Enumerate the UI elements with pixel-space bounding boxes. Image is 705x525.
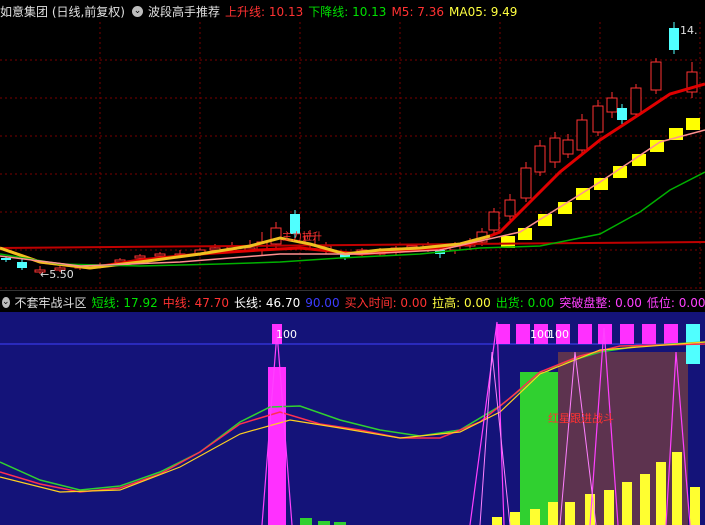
signal-box bbox=[686, 118, 700, 130]
magenta-box bbox=[516, 324, 530, 344]
candle-body bbox=[630, 87, 642, 115]
oscillator-chart[interactable]: 100 100100红星跟进战斗 bbox=[0, 312, 705, 525]
yellow-bar bbox=[622, 482, 632, 525]
green-bar bbox=[318, 521, 330, 525]
candle-body bbox=[669, 28, 679, 50]
main-indicator-0: 上升线: 10.13 bbox=[225, 4, 304, 19]
high-price-label: 14. bbox=[680, 24, 698, 37]
lower-panel-header: ⌄ 不套牢战斗区 短线: 17.92 中线: 47.70 长线: 46.70 90.0… bbox=[0, 290, 705, 313]
yellow-bar bbox=[530, 509, 540, 525]
candle-body bbox=[1, 258, 11, 260]
main-panel-title: 如意集团 (日线,前复权) bbox=[0, 4, 125, 19]
lower-indicator-1: 中线: 47.70 bbox=[162, 295, 229, 310]
candle-body bbox=[154, 253, 166, 257]
main-panel-header: 如意集团 (日线,前复权) ⌄ 波段高手推荐 上升线: 10.13 下降线: 10… bbox=[0, 0, 705, 22]
low-price-label: ←5.50 bbox=[40, 268, 74, 281]
candle-body bbox=[270, 227, 282, 245]
candle-body bbox=[576, 119, 588, 151]
magenta-box bbox=[620, 324, 634, 344]
annotation-label: 红星跟进战斗 bbox=[548, 412, 614, 425]
yellow-bar bbox=[672, 452, 682, 525]
candlestick-chart[interactable]: 14. ←5.50 主力拉升 bbox=[0, 22, 705, 290]
candle-body bbox=[134, 255, 146, 259]
candle-body bbox=[650, 61, 662, 91]
candle-body bbox=[549, 137, 561, 163]
main-indicator-1: 下降线: 10.13 bbox=[308, 4, 387, 19]
lower-indicator-5: 拉高: 0.00 bbox=[432, 295, 491, 310]
label-100-c: 100 bbox=[548, 328, 569, 341]
candle-body bbox=[617, 108, 627, 120]
yellow-bar bbox=[565, 502, 575, 525]
candle-body bbox=[488, 211, 500, 231]
label-100-a: 100 bbox=[276, 328, 297, 341]
lower-indicator-3: 90.00 bbox=[305, 295, 340, 310]
main-indicator-2: M5: 7.36 bbox=[391, 4, 445, 19]
green-bar bbox=[300, 518, 312, 525]
magenta-column bbox=[268, 367, 286, 525]
candle-body bbox=[562, 139, 574, 155]
magenta-box bbox=[664, 324, 678, 344]
yellow-bar bbox=[510, 512, 520, 525]
lower-panel-title: 不套牢战斗区 bbox=[14, 295, 87, 310]
candle-body bbox=[17, 262, 27, 268]
main-indicator-values: 上升线: 10.13 下降线: 10.13 M5: 7.36 MA05: 9.49 bbox=[225, 3, 522, 20]
candle-body bbox=[534, 145, 546, 173]
stock-chart-window: 如意集团 (日线,前复权) ⌄ 波段高手推荐 上升线: 10.13 下降线: 10… bbox=[0, 0, 705, 525]
yellow-bar bbox=[690, 487, 700, 525]
yellow-bar bbox=[604, 490, 614, 525]
main-indicator-3: MA05: 9.49 bbox=[449, 4, 518, 19]
lower-indicator-values: 短线: 17.92 中线: 47.70 长线: 46.70 90.00 买入时间: 0.… bbox=[92, 294, 705, 311]
candle-body bbox=[592, 105, 604, 133]
signal-box bbox=[518, 228, 532, 240]
magenta-box bbox=[578, 324, 592, 344]
lower-indicator-0: 短线: 17.92 bbox=[91, 295, 158, 310]
lower-indicator-7: 突破盘整: 0.00 bbox=[559, 295, 642, 310]
yellow-bar bbox=[548, 502, 558, 525]
lower-indicator-4: 买入时间: 0.00 bbox=[344, 295, 428, 310]
lower-toggle-icon[interactable]: ⌄ bbox=[2, 296, 10, 308]
candle-body bbox=[504, 199, 516, 217]
yellow-bar bbox=[492, 517, 502, 525]
lower-indicator-2: 长线: 46.70 bbox=[234, 295, 301, 310]
candle-body bbox=[290, 214, 300, 234]
overlay-label: 主力拉升 bbox=[282, 230, 322, 243]
lower-indicator-6: 出货: 0.00 bbox=[495, 295, 555, 310]
indicator-toggle-icon[interactable]: ⌄ bbox=[132, 5, 143, 17]
candle-body bbox=[606, 97, 618, 113]
yellow-bar bbox=[656, 462, 666, 525]
lower-indicator-8: 低位: 0.00 bbox=[646, 295, 705, 310]
magenta-box bbox=[642, 324, 656, 344]
candle-body bbox=[520, 167, 532, 199]
indicator-name[interactable]: 波段高手推荐 bbox=[148, 3, 220, 20]
yellow-bar bbox=[640, 474, 650, 525]
